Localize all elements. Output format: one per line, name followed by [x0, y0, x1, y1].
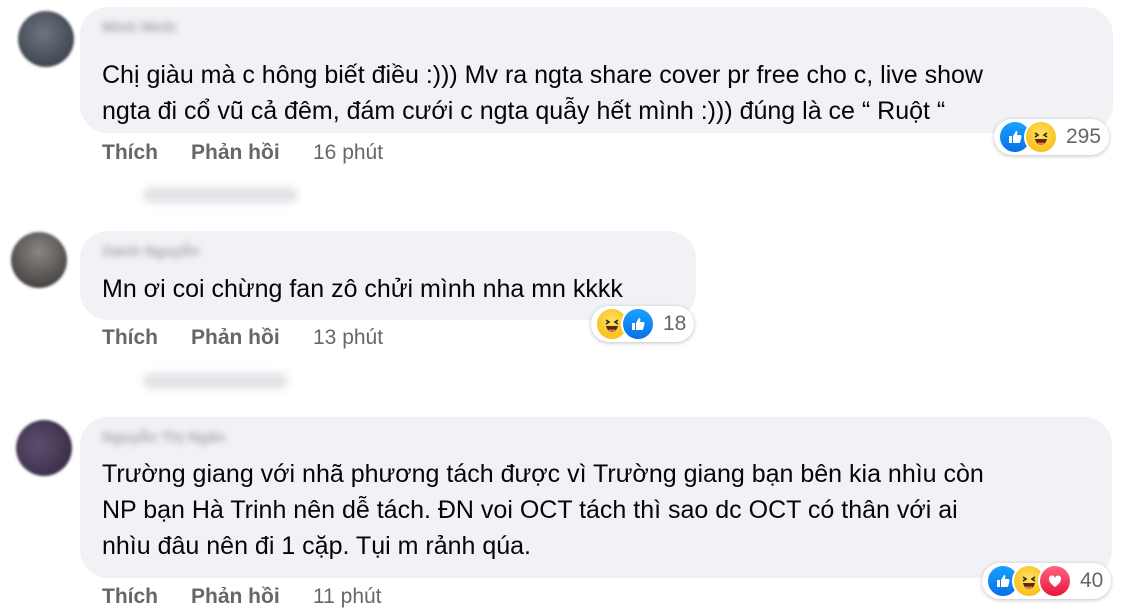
avatar[interactable]: [11, 232, 67, 288]
avatar[interactable]: [16, 420, 72, 476]
like-link[interactable]: Thích: [102, 141, 158, 165]
comment-bubble: Nguyễn Thị Ngân Trường giang với nhã phư…: [80, 417, 1112, 578]
hidden-replies[interactable]: [143, 373, 288, 389]
like-link[interactable]: Thích: [102, 585, 158, 609]
comment-author[interactable]: Nguyễn Thị Ngân: [102, 429, 225, 449]
hidden-replies[interactable]: [143, 187, 298, 203]
comment-text-line: nhìu đâu nên đi 1 cặp. Tụi m rảnh qúa.: [102, 532, 532, 560]
reaction-count: 18: [663, 312, 687, 335]
love-icon: [1038, 564, 1072, 598]
comment-time[interactable]: 16 phút: [313, 141, 383, 165]
reaction-summary[interactable]: 40: [982, 563, 1112, 599]
comment-author[interactable]: Minh Minh: [102, 19, 176, 39]
comment-time[interactable]: 11 phút: [313, 585, 382, 609]
comment-text-line: Chị giàu mà c hông biết điều :))) Mv ra …: [102, 61, 983, 89]
reply-link[interactable]: Phản hồi: [191, 585, 280, 609]
reaction-count: 40: [1080, 569, 1104, 592]
reply-link[interactable]: Phản hồi: [191, 326, 280, 350]
haha-icon: [1024, 120, 1058, 154]
comment-text-line: ngta đi cổ vũ cả đêm, đám cưới c ngta qu…: [102, 97, 946, 125]
comment-text-line: NP bạn Hà Trinh nên dễ tách. ĐN voi OCT …: [102, 496, 958, 524]
reaction-summary[interactable]: 295: [994, 119, 1110, 155]
avatar[interactable]: [18, 11, 74, 67]
like-icon: [621, 307, 655, 341]
reaction-summary[interactable]: 18: [591, 306, 695, 342]
reply-link[interactable]: Phản hồi: [191, 141, 280, 165]
comment-text-line: Trường giang với nhã phương tách được vì…: [102, 460, 984, 488]
comment-time[interactable]: 13 phút: [313, 326, 383, 350]
comment-bubble: Minh Minh Chị giàu mà c hông biết điều :…: [80, 7, 1113, 133]
like-link[interactable]: Thích: [102, 326, 158, 350]
reaction-count: 295: [1066, 125, 1102, 148]
comment-text-line: Mn ơi coi chừng fan zô chửi mình nha mn …: [102, 275, 623, 303]
comment-author[interactable]: Oanh Nguyễn: [102, 243, 200, 263]
